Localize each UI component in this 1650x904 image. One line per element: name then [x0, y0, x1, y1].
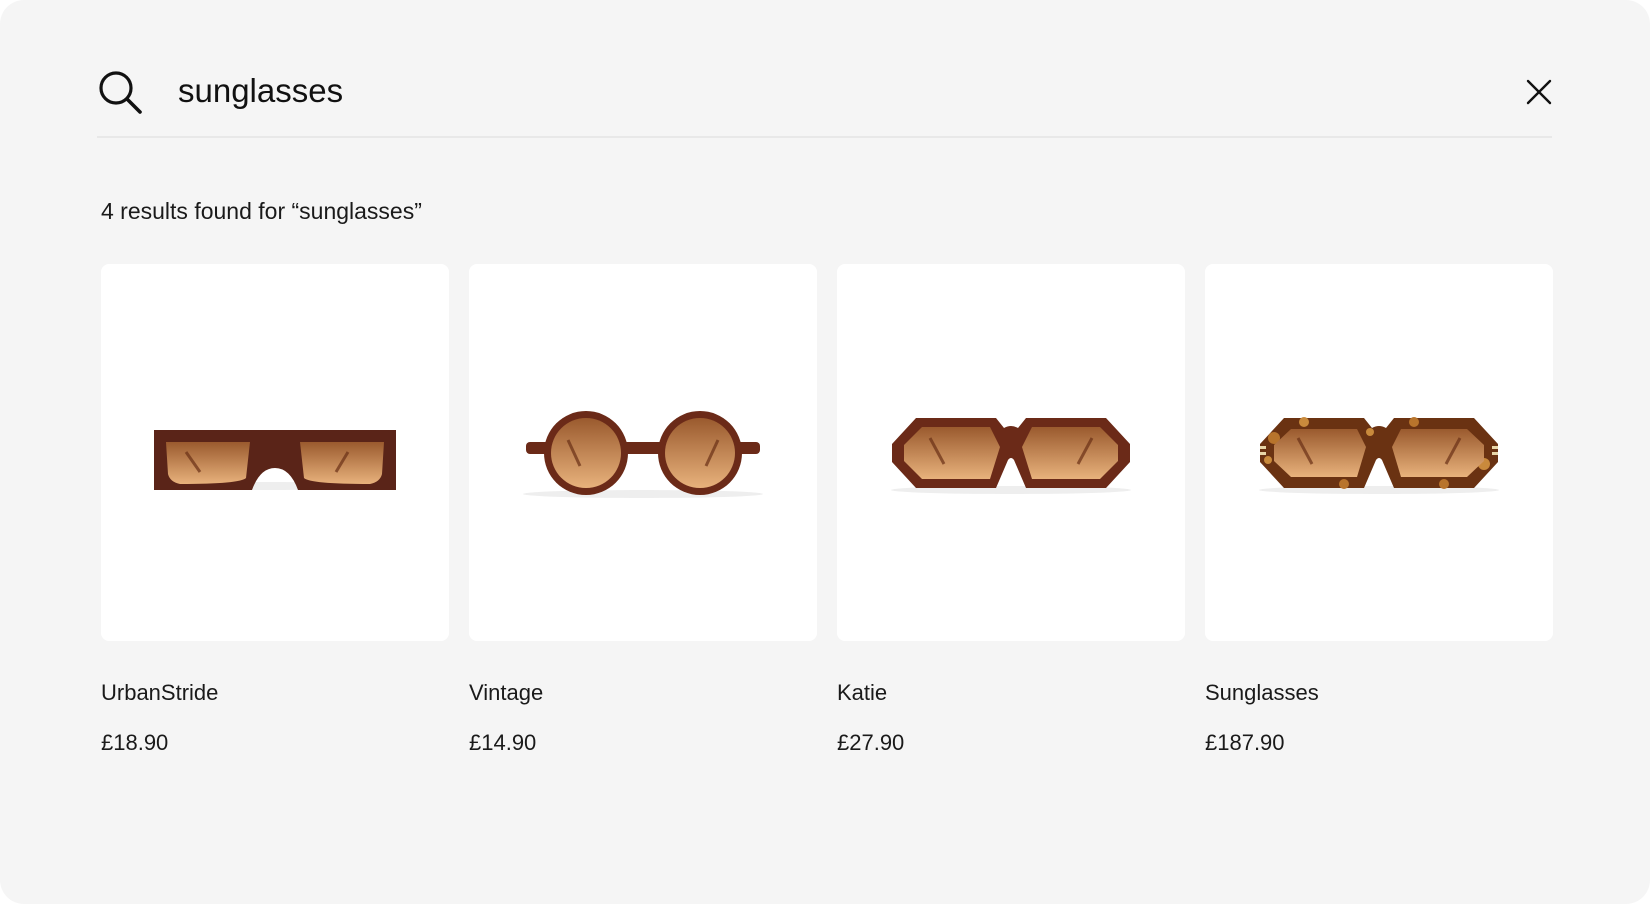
- product-price: £14.90: [469, 730, 537, 755]
- results-grid: UrbanStride £18.90 Vintage £14.90 Katie …: [101, 264, 1553, 757]
- product-name[interactable]: Vintage: [469, 679, 817, 707]
- results-count: 4 results found for “sunglasses”: [101, 198, 422, 224]
- product-card[interactable]: Vintage £14.90: [469, 264, 817, 757]
- close-icon[interactable]: [1526, 79, 1552, 105]
- product-card[interactable]: UrbanStride £18.90: [101, 264, 449, 757]
- search-overlay: 4 results found for “sunglasses”: [0, 0, 1650, 904]
- product-image[interactable]: [101, 264, 449, 641]
- product-name[interactable]: UrbanStride: [101, 679, 449, 707]
- sunglasses-rectangular-image: [154, 429, 396, 490]
- search-icon: [97, 69, 143, 115]
- product-image[interactable]: [469, 264, 817, 641]
- sunglasses-tortoise-image: [1259, 416, 1499, 494]
- sunglasses-round-image: [523, 410, 763, 498]
- product-card[interactable]: Katie £27.90: [837, 264, 1185, 757]
- product-price: £18.90: [101, 730, 169, 755]
- product-name[interactable]: Katie: [837, 679, 1185, 707]
- product-name[interactable]: Sunglasses: [1205, 679, 1553, 707]
- search-bar: [97, 58, 1552, 138]
- search-input[interactable]: [178, 66, 1378, 116]
- product-image[interactable]: [1205, 264, 1553, 641]
- product-price: £27.90: [837, 730, 905, 755]
- sunglasses-hexagonal-image: [891, 417, 1131, 494]
- product-price: £187.90: [1205, 730, 1285, 755]
- product-image[interactable]: [837, 264, 1185, 641]
- product-card[interactable]: Sunglasses £187.90: [1205, 264, 1553, 757]
